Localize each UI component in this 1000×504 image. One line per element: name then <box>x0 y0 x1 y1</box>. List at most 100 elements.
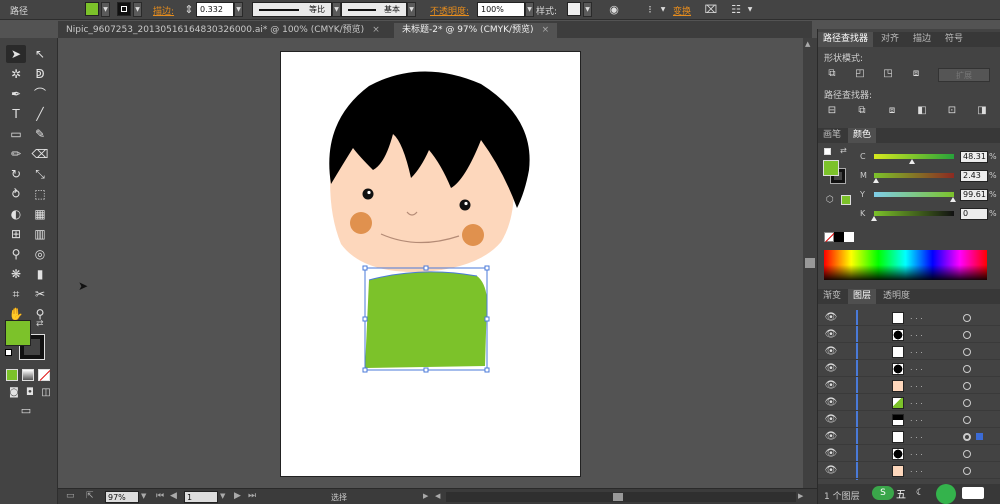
eye-icon[interactable]: 👁 <box>824 430 838 444</box>
white-color-swatch[interactable] <box>844 232 854 242</box>
tab-symbols[interactable]: 符号 <box>940 32 968 47</box>
align-dropdown-arrow[interactable]: ▼ <box>656 3 670 17</box>
stroke-weight-field[interactable]: 0.332 <box>196 2 234 17</box>
target-icon[interactable] <box>963 382 971 390</box>
target-icon[interactable] <box>963 416 971 424</box>
eye-icon[interactable]: 👁 <box>824 464 838 478</box>
transform-label[interactable]: 变换 <box>673 4 691 17</box>
tab-close-icon[interactable]: × <box>372 25 380 35</box>
recolor-icon[interactable]: ◉ <box>607 3 621 17</box>
target-icon[interactable] <box>963 331 971 339</box>
panel-menu-dropdown-arrow[interactable]: ▼ <box>743 3 757 17</box>
magic-wand-tool-icon[interactable]: ✲ <box>6 65 26 83</box>
intersect-icon[interactable]: ◳ <box>880 67 896 81</box>
cartoon-boy-artwork[interactable] <box>281 52 582 478</box>
magenta-track[interactable] <box>874 173 954 178</box>
none-color-swatch[interactable] <box>824 232 835 243</box>
draw-inside-icon[interactable]: ◫ <box>36 384 56 402</box>
blend-tool-icon[interactable]: ◎ <box>30 245 50 263</box>
next-artboard-icon[interactable]: ▶ <box>234 490 241 503</box>
screen-mode-icon[interactable]: ▭ <box>16 402 36 420</box>
graphic-style-swatch[interactable] <box>567 2 581 16</box>
color-spectrum[interactable] <box>824 250 987 280</box>
merge-icon[interactable]: ⧈ <box>884 104 900 118</box>
brush-dropdown-arrow[interactable]: ▼ <box>407 2 416 17</box>
default-colors-icon[interactable] <box>5 349 12 356</box>
eye-icon[interactable]: 👁 <box>824 328 838 342</box>
free-transform-tool-icon[interactable]: ⬚ <box>30 185 50 203</box>
canvas-area[interactable]: ➤ <box>58 38 803 488</box>
eye-icon[interactable]: 👁 <box>824 379 838 393</box>
stroke-label[interactable]: 描边: <box>153 4 174 17</box>
stroke-swatch[interactable] <box>117 2 131 16</box>
selection-indicator[interactable] <box>976 433 983 440</box>
layer-row[interactable]: 👁 . . . <box>818 412 1000 428</box>
eye-icon[interactable]: 👁 <box>824 396 838 410</box>
artboard-tool-icon[interactable]: ⌗ <box>6 285 26 303</box>
exclude-icon[interactable]: ⧈ <box>908 67 924 81</box>
type-tool-icon[interactable]: T <box>6 105 26 123</box>
gradient-mode-icon[interactable] <box>22 369 34 381</box>
gradient-tool-icon[interactable]: ▥ <box>30 225 50 243</box>
unite-icon[interactable]: ⧉ <box>824 67 840 81</box>
layer-row[interactable]: 👁 . . . <box>818 463 1000 479</box>
eye-icon[interactable]: 👁 <box>824 447 838 461</box>
yellow-track[interactable] <box>874 192 954 197</box>
target-icon[interactable] <box>963 365 971 373</box>
minus-back-icon[interactable]: ◨ <box>974 104 990 118</box>
crop-icon[interactable]: ◧ <box>914 104 930 118</box>
tab-nipic-document[interactable]: Nipic_9607253_20130516164830326000.ai* @… <box>58 23 388 38</box>
zoom-field[interactable]: 97% <box>105 491 139 503</box>
rectangle-tool-icon[interactable]: ▭ <box>6 125 26 143</box>
layer-row[interactable]: 👁 . . . <box>818 446 1000 462</box>
fill-color-box[interactable] <box>5 320 31 346</box>
opacity-dropdown-arrow[interactable]: ▼ <box>525 2 534 17</box>
yellow-knob[interactable] <box>950 197 957 202</box>
variable-width-profile[interactable]: 等比 <box>252 2 332 17</box>
target-icon[interactable] <box>963 467 971 475</box>
zoom-dropdown-arrow[interactable]: ▼ <box>141 490 146 503</box>
first-artboard-icon[interactable]: ⏮ <box>156 490 164 503</box>
lasso-tool-icon[interactable]: ↁ <box>30 65 50 83</box>
isolate-icon[interactable]: ⌧ <box>704 3 718 17</box>
eye-icon[interactable]: 👁 <box>824 413 838 427</box>
eyedropper-tool-icon[interactable]: ⚲ <box>6 245 26 263</box>
black-value-field[interactable]: 0 <box>960 208 988 220</box>
mesh-tool-icon[interactable]: ⊞ <box>6 225 26 243</box>
selection-tool-icon[interactable]: ➤ <box>6 45 26 63</box>
tab-untitled-2[interactable]: 未标题-2* @ 97% (CMYK/预览) × <box>394 23 558 38</box>
line-segment-tool-icon[interactable]: ╱ <box>30 105 50 123</box>
pen-tool-icon[interactable]: ✒ <box>6 85 26 103</box>
brush-definition[interactable]: 基本 <box>341 2 407 17</box>
color-fill-box[interactable] <box>823 160 839 176</box>
warp-tool-icon[interactable]: ⥁ <box>6 185 26 203</box>
target-icon[interactable] <box>963 314 971 322</box>
page-field[interactable]: 1 <box>184 491 218 503</box>
scale-tool-icon[interactable]: ⤡ <box>30 165 50 183</box>
minus-front-icon[interactable]: ◰ <box>852 67 868 81</box>
scroll-up-arrow-icon[interactable]: ▲ <box>805 40 810 48</box>
eye-icon[interactable]: 👁 <box>824 362 838 376</box>
opacity-label[interactable]: 不透明度: <box>430 4 469 17</box>
trim-icon[interactable]: ⧉ <box>854 104 870 118</box>
divide-icon[interactable]: ⊟ <box>824 104 840 118</box>
layer-row[interactable]: 👁 . . . <box>818 378 1000 394</box>
moon-icon[interactable]: ☾ <box>916 488 924 498</box>
target-icon[interactable] <box>963 450 971 458</box>
stroke-weight-dropdown-arrow[interactable]: ▼ <box>234 2 243 17</box>
hscroll-right-arrow[interactable]: ▶ <box>798 490 803 503</box>
tab-transparency[interactable]: 透明度 <box>878 289 915 304</box>
column-graph-tool-icon[interactable]: ▮ <box>30 265 50 283</box>
curvature-tool-icon[interactable]: ⌒ <box>30 85 50 103</box>
hscroll-left-arrow[interactable]: ◀ <box>435 490 440 503</box>
magenta-value-field[interactable]: 2.43 <box>960 170 988 182</box>
rotate-tool-icon[interactable]: ↻ <box>6 165 26 183</box>
target-icon[interactable] <box>963 399 971 407</box>
fill-swatch[interactable] <box>85 2 99 16</box>
swap-fill-stroke-icon[interactable]: ⇄ <box>36 319 44 329</box>
black-color-swatch[interactable] <box>834 232 844 242</box>
opacity-field[interactable]: 100% <box>477 2 525 17</box>
perspective-grid-tool-icon[interactable]: ▦ <box>30 205 50 223</box>
paintbrush-tool-icon[interactable]: ✎ <box>30 125 50 143</box>
horizontal-scroll-thumb[interactable] <box>613 493 623 501</box>
